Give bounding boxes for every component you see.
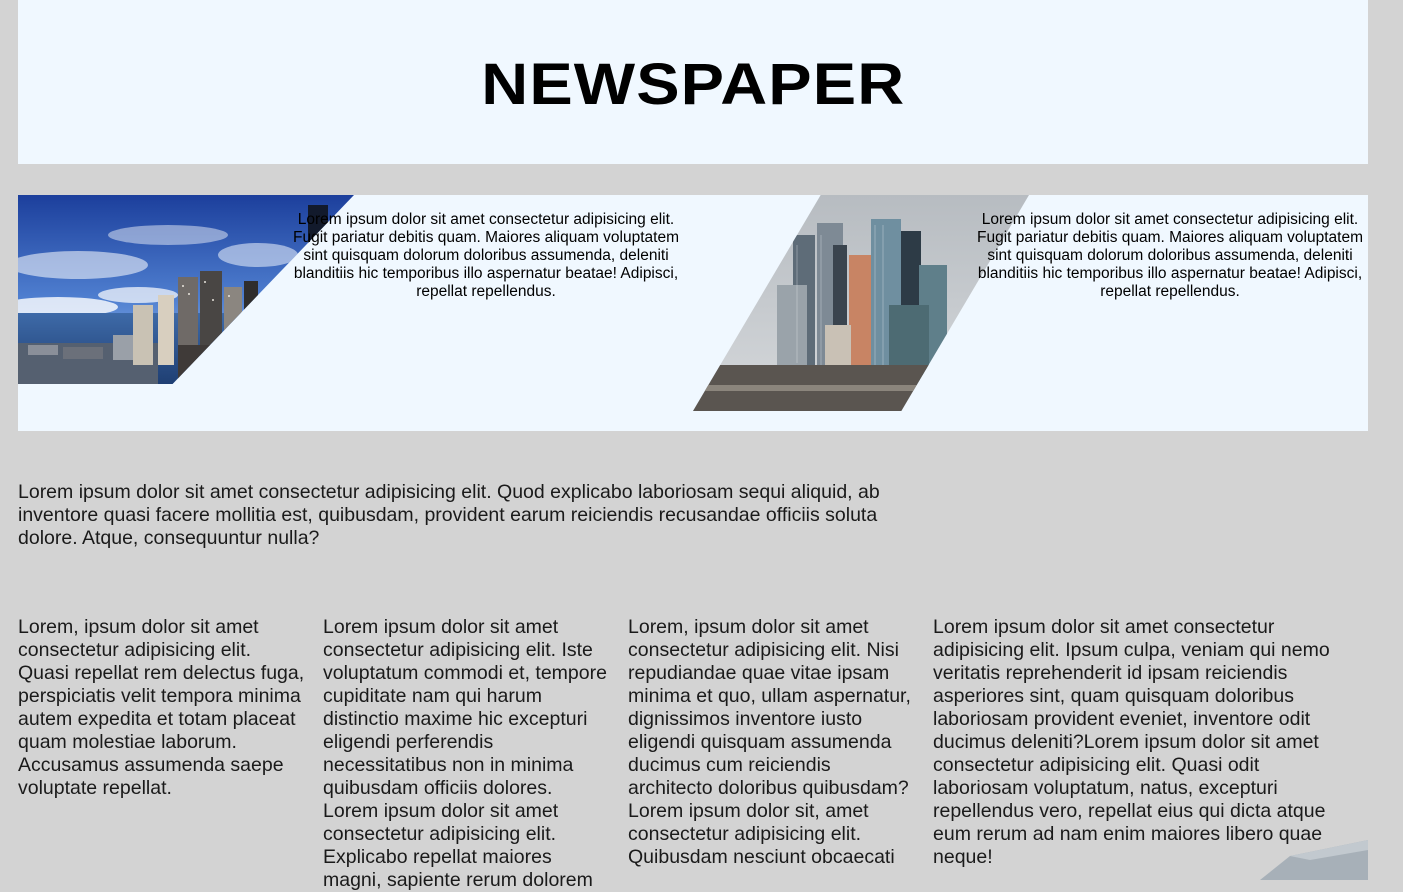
featured-story-text: Lorem ipsum dolor sit amet consectetur a…	[293, 210, 679, 300]
article-column: Lorem ipsum dolor sit amet consectetur a…	[933, 616, 1330, 868]
article-column: Lorem, ipsum dolor sit amet consectetur …	[628, 616, 911, 868]
featured-stories: Lorem ipsum dolor sit amet consectetur a…	[18, 195, 1368, 431]
featured-story-text: Lorem ipsum dolor sit amet consectetur a…	[977, 210, 1363, 300]
article-column: Lorem ipsum dolor sit amet consectetur a…	[323, 616, 607, 891]
article-column: Lorem, ipsum dolor sit amet consectetur …	[18, 616, 305, 799]
featured-story: Lorem ipsum dolor sit amet consectetur a…	[693, 195, 1368, 431]
page-title: NEWSPAPER	[481, 51, 905, 117]
featured-story: Lorem ipsum dolor sit amet consectetur a…	[18, 195, 693, 431]
masthead: NEWSPAPER	[18, 0, 1368, 164]
lead-paragraph: Lorem ipsum dolor sit amet consectetur a…	[18, 481, 880, 549]
partial-photo	[1250, 840, 1368, 880]
